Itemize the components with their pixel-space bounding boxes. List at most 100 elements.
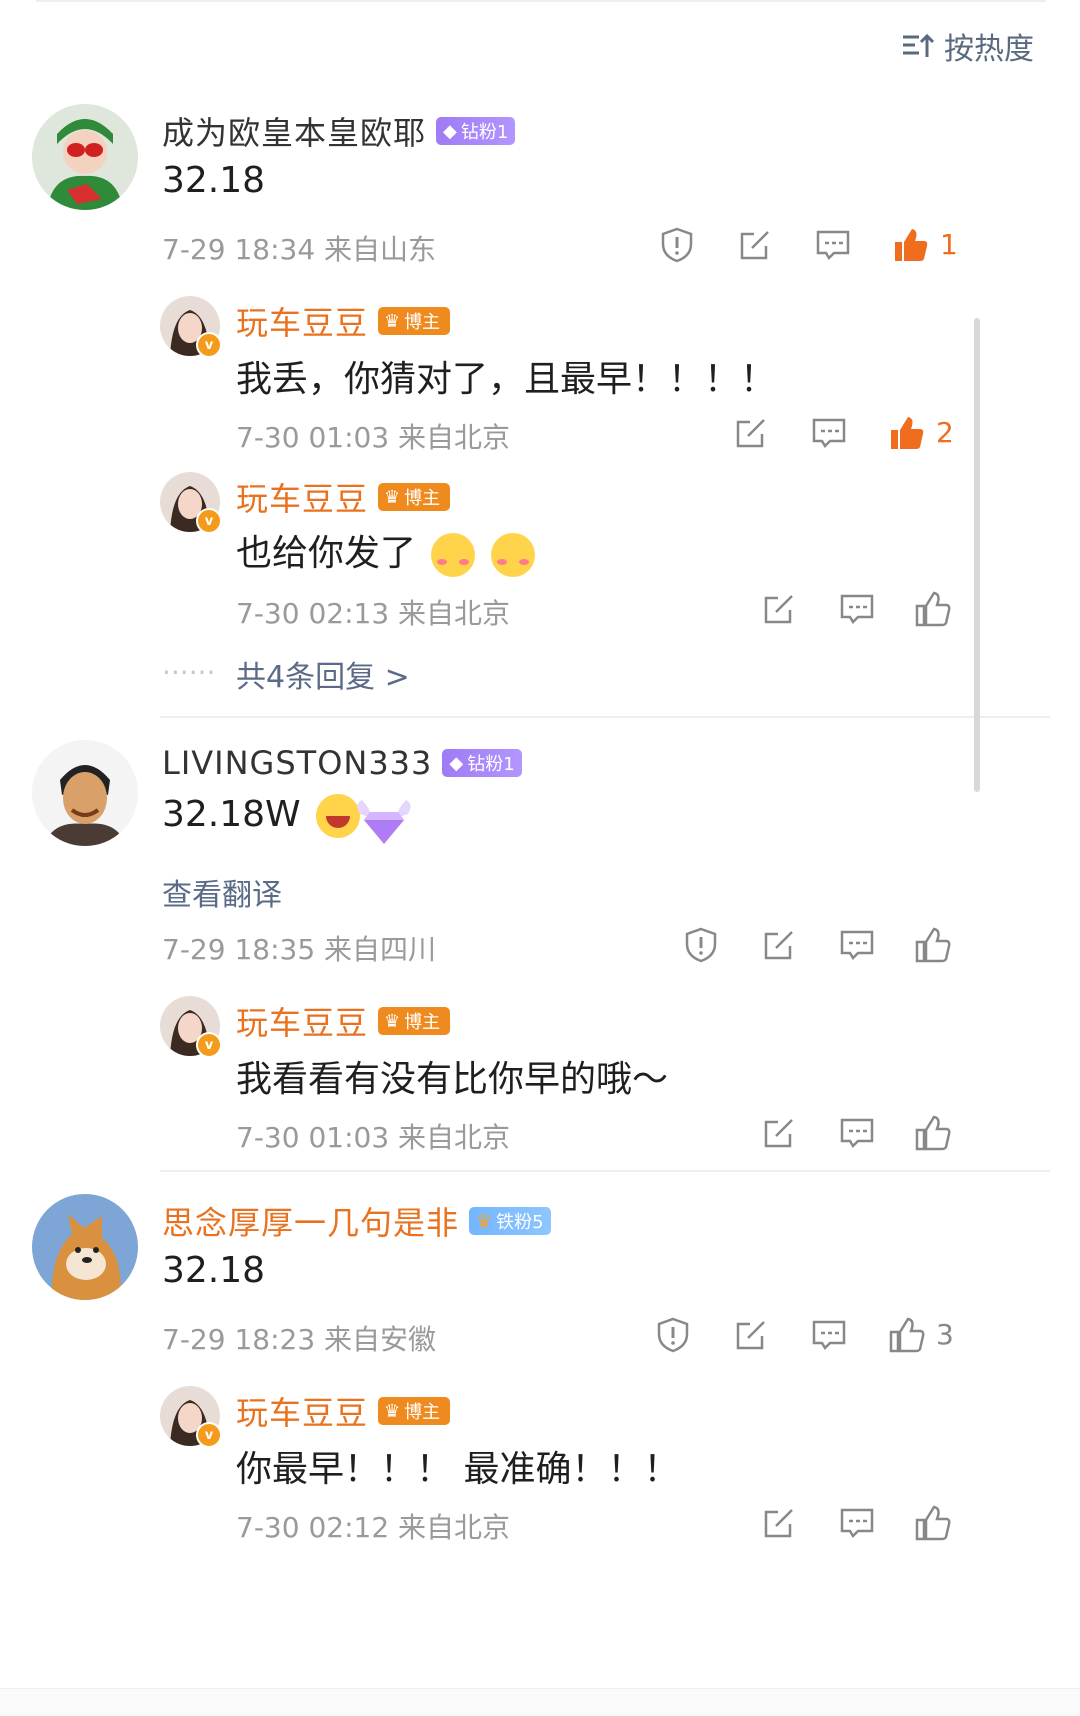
comment-meta: 7-29 18:34 来自山东 <box>162 233 437 266</box>
shield-alert-icon <box>685 927 717 963</box>
report-button[interactable] <box>654 1316 692 1354</box>
diamond-icon: ◆ <box>443 120 457 142</box>
reply-text: 我看看有没有比你早的哦～ <box>236 1059 669 1100</box>
iron-fan-badge[interactable]: ♛ 铁粉5 <box>469 1207 551 1235</box>
thumbs-up-icon <box>895 229 928 261</box>
reply-text: 我丢，你猜对了，且最早！！！！ <box>236 359 777 400</box>
view-all-replies-link[interactable]: 共4条回复 > <box>236 652 410 696</box>
like-button[interactable] <box>914 926 952 964</box>
comment-icon <box>812 418 846 449</box>
crown-icon: ♛ <box>476 1210 493 1232</box>
shy-emoji-icon <box>490 533 535 577</box>
scrollbar[interactable] <box>974 318 980 792</box>
comment-icon <box>840 930 874 961</box>
reply-meta: 7-30 01:03 来自北京 <box>236 421 511 454</box>
repost-button[interactable] <box>732 1316 770 1354</box>
crown-icon: ♛ <box>384 486 401 508</box>
shy-emoji-icon <box>431 533 476 577</box>
share-icon <box>764 595 793 624</box>
thumbs-up-icon <box>915 1115 951 1151</box>
like-button[interactable] <box>914 590 952 628</box>
verified-icon: v <box>196 332 222 358</box>
avatar[interactable] <box>32 740 138 846</box>
sort-label: 按热度 <box>944 32 1034 67</box>
thumbs-up-icon <box>915 1505 951 1541</box>
reply-meta: 7-30 02:12 来自北京 <box>236 1511 511 1544</box>
reply-username[interactable]: 玩车豆豆 ♛ 博主 <box>236 1388 451 1434</box>
host-badge: ♛ 博主 <box>378 1397 451 1425</box>
like-count: 1 <box>940 228 958 261</box>
comment-username[interactable]: 成为欧皇本皇欧耶 ◆ 钻粉1 <box>162 108 516 154</box>
share-icon <box>736 1321 765 1350</box>
diamond-icon: ◆ <box>449 752 464 774</box>
comment-icon <box>840 1118 874 1149</box>
repost-button[interactable] <box>732 414 770 452</box>
repost-button[interactable] <box>760 1114 798 1152</box>
comment-icon <box>840 594 874 625</box>
comment-icon <box>812 1320 846 1351</box>
comment-divider <box>160 1170 1050 1172</box>
report-button[interactable] <box>658 226 696 264</box>
like-button[interactable] <box>888 1316 926 1354</box>
like-button[interactable] <box>914 1114 952 1152</box>
reply-username[interactable]: 玩车豆豆 ♛ 博主 <box>236 474 451 520</box>
repost-button[interactable] <box>760 1504 798 1542</box>
like-button[interactable] <box>892 226 930 264</box>
share-icon <box>764 1119 793 1148</box>
shield-alert-icon <box>657 1317 689 1353</box>
reply-button[interactable] <box>838 1114 876 1152</box>
repost-button[interactable] <box>760 590 798 628</box>
fan-badge[interactable]: ◆ 钻粉1 <box>436 117 516 145</box>
thumbs-up-icon <box>891 417 924 449</box>
reply-username[interactable]: 玩车豆豆 ♛ 博主 <box>236 298 451 344</box>
comment-divider <box>160 716 1050 718</box>
diamond-fan-decoration-icon <box>350 788 418 852</box>
reply-button[interactable] <box>838 590 876 628</box>
reply-username[interactable]: 玩车豆豆 ♛ 博主 <box>236 998 451 1044</box>
reply-text-row: 也给你发了 <box>236 524 535 577</box>
comment-meta: 7-29 18:23 来自安徽 <box>162 1323 437 1356</box>
reply-button[interactable] <box>838 926 876 964</box>
comment-username[interactable]: 思念厚厚一几句是非 ♛ 铁粉5 <box>162 1198 551 1244</box>
reply-meta: 7-30 02:13 来自北京 <box>236 597 511 630</box>
comment-text-row: 32.18W <box>162 794 361 838</box>
reply-text: 你最早！！！ 最准确！！！ <box>236 1449 680 1490</box>
repost-button[interactable] <box>736 226 774 264</box>
verified-icon: v <box>196 1422 222 1448</box>
verified-icon: v <box>196 1032 222 1058</box>
share-icon <box>764 1509 793 1538</box>
repost-button[interactable] <box>760 926 798 964</box>
reply-button[interactable] <box>838 1504 876 1542</box>
reply-button[interactable] <box>810 414 848 452</box>
reply-button[interactable] <box>814 226 852 264</box>
reply-button[interactable] <box>810 1316 848 1354</box>
top-divider <box>36 0 1046 2</box>
crown-icon: ♛ <box>384 310 401 332</box>
avatar[interactable] <box>32 104 138 210</box>
share-icon <box>764 931 793 960</box>
comment-text: 32.18 <box>162 1250 266 1291</box>
sort-by-heat-button[interactable]: 按热度 <box>900 24 1034 68</box>
crown-icon: ♛ <box>384 1010 401 1032</box>
comment-icon <box>816 230 850 261</box>
thumbs-up-icon <box>915 927 951 963</box>
sort-icon <box>903 33 934 57</box>
like-button[interactable] <box>914 1504 952 1542</box>
fan-badge[interactable]: ◆ 钻粉1 <box>442 749 522 777</box>
host-badge: ♛ 博主 <box>378 307 451 335</box>
comment-meta: 7-29 18:35 来自四川 <box>162 933 437 966</box>
report-button[interactable] <box>682 926 720 964</box>
share-icon <box>740 231 769 260</box>
like-button[interactable] <box>888 414 926 452</box>
thumbs-up-icon <box>915 591 951 627</box>
view-translation-link[interactable]: 查看翻译 <box>162 870 282 914</box>
like-count: 3 <box>936 1318 954 1351</box>
bottom-edge <box>0 1688 1080 1716</box>
comment-username[interactable]: LIVINGSTON333 ◆ 钻粉1 <box>162 744 522 782</box>
reply-meta: 7-30 01:03 来自北京 <box>236 1121 511 1154</box>
share-icon <box>736 419 765 448</box>
host-badge: ♛ 博主 <box>378 483 451 511</box>
thumbs-up-icon <box>889 1317 925 1353</box>
host-badge: ♛ 博主 <box>378 1007 451 1035</box>
avatar[interactable] <box>32 1194 138 1300</box>
